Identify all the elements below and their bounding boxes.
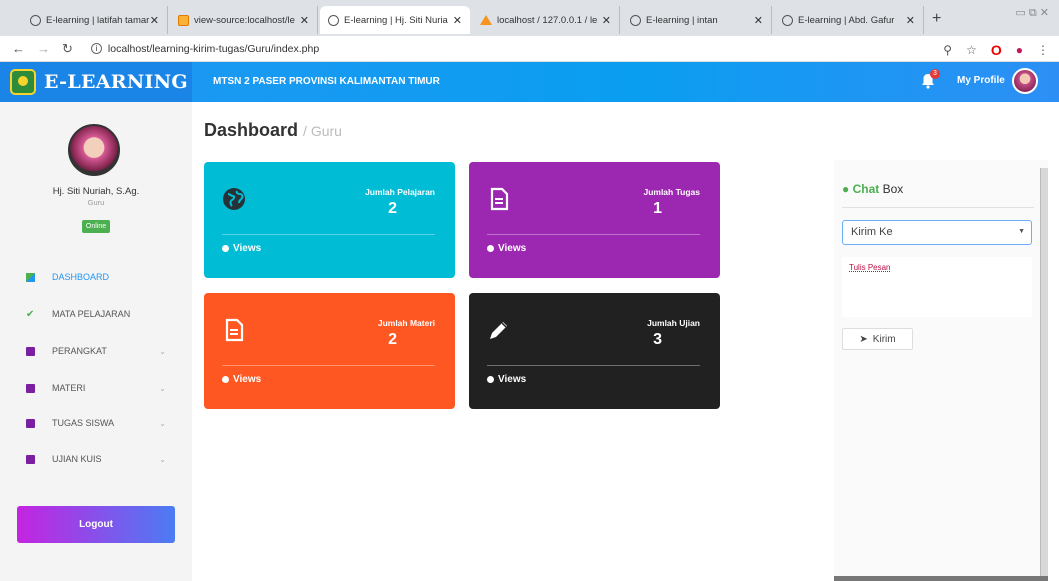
- browser-tab-active[interactable]: E-learning | Hj. Siti Nuria ✕: [320, 6, 470, 34]
- document-icon: [26, 418, 35, 428]
- phpmyadmin-icon: [480, 15, 492, 25]
- send-button[interactable]: ➤ Kirim: [842, 328, 913, 350]
- scrollbar[interactable]: [1040, 168, 1048, 578]
- globe-icon: [782, 14, 793, 26]
- chevron-down-icon: ⌄: [159, 454, 166, 464]
- chevron-down-icon: ⌄: [159, 418, 166, 428]
- card-jumlah-tugas: Jumlah Tugas 1 Views: [469, 162, 720, 278]
- recipient-select[interactable]: Kirim Ke ▼: [842, 220, 1032, 245]
- chevron-down-icon: ⌄: [159, 383, 166, 393]
- user-role: Guru: [87, 198, 105, 207]
- card-jumlah-ujian: Jumlah Ujian 3 Views: [469, 293, 720, 409]
- extension-icon[interactable]: ●: [1016, 43, 1023, 57]
- browser-tab-bar: E-learning | latifah tamar ✕ view-source…: [0, 0, 1059, 36]
- chevron-down-icon: ▼: [1018, 228, 1025, 235]
- card-label: Jumlah Tugas: [643, 187, 700, 197]
- new-tab-button[interactable]: +: [932, 10, 941, 28]
- file-text-icon: [225, 318, 244, 342]
- card-value: 2: [388, 200, 397, 217]
- file-text-icon: [490, 187, 509, 211]
- card-jumlah-pelajaran: Jumlah Pelajaran 2 Views: [204, 162, 455, 278]
- card-label: Jumlah Materi: [377, 318, 435, 328]
- globe-icon: [328, 14, 339, 26]
- views-link[interactable]: Views: [487, 243, 526, 254]
- info-icon[interactable]: i: [90, 43, 102, 54]
- reload-icon[interactable]: ↻: [62, 41, 73, 57]
- zoom-icon[interactable]: ⚲: [943, 43, 952, 57]
- sidebar-item-dashboard[interactable]: DASHBOARD: [26, 270, 166, 284]
- url-field[interactable]: i localhost/learning-kirim-tugas/Guru/in…: [90, 43, 319, 55]
- browser-tab[interactable]: view-source:localhost/le ✕: [170, 6, 318, 34]
- star-icon[interactable]: ☆: [966, 43, 977, 57]
- close-icon[interactable]: ✕: [754, 14, 763, 27]
- globe-icon: [30, 14, 41, 26]
- send-icon: ➤: [859, 333, 868, 345]
- globe-icon: [630, 14, 641, 26]
- sidebar-item-perangkat[interactable]: PERANGKAT ⌄: [26, 344, 166, 358]
- brand-title: E-LEARNING: [44, 71, 188, 93]
- message-input[interactable]: Tulis Pesan: [842, 257, 1032, 317]
- chat-title: ● Chat Box: [842, 182, 904, 196]
- source-icon: [178, 14, 189, 26]
- browser-tab[interactable]: localhost / 127.0.0.1 / le ✕: [472, 6, 620, 34]
- close-icon[interactable]: ✕: [602, 14, 611, 27]
- avatar[interactable]: [1012, 68, 1038, 94]
- card-value: 1: [653, 200, 662, 217]
- chat-box: ● Chat Box Kirim Ke ▼ Tulis Pesan ➤ Kiri…: [834, 160, 1048, 578]
- browser-tab[interactable]: E-learning | intan ✕: [622, 6, 772, 34]
- page-title: Dashboard / Guru: [204, 120, 342, 140]
- my-profile-link[interactable]: My Profile: [957, 75, 1005, 86]
- notification-bell[interactable]: 3: [920, 69, 940, 89]
- dashboard-icon: [26, 272, 35, 282]
- brand[interactable]: E-LEARNING: [0, 62, 192, 102]
- sidebar-item-mata-pelajaran[interactable]: ✔ MATA PELAJARAN: [26, 307, 166, 321]
- check-icon: ✔: [26, 308, 35, 320]
- pencil-icon: [490, 322, 507, 339]
- chevron-down-icon: ⌄: [159, 346, 166, 356]
- address-bar: ← → ↻ i localhost/learning-kirim-tugas/G…: [0, 36, 1059, 62]
- sidebar-item-ujian-kuis[interactable]: UJIAN KUIS ⌄: [26, 452, 166, 466]
- opera-icon[interactable]: O: [991, 42, 1002, 58]
- document-icon: [26, 454, 35, 464]
- user-name: Hj. Siti Nuriah, S.Ag.: [52, 186, 140, 197]
- card-label: Jumlah Pelajaran: [365, 187, 435, 197]
- logout-button[interactable]: Logout: [17, 506, 175, 543]
- browser-tab[interactable]: E-learning | latifah tamar ✕: [22, 6, 168, 34]
- notification-badge: 3: [930, 69, 940, 79]
- back-arrow-icon[interactable]: ←: [12, 41, 25, 56]
- app-header: E-LEARNING MTSN 2 PASER PROVINSI KALIMAN…: [0, 62, 1059, 102]
- views-link[interactable]: Views: [222, 374, 261, 385]
- status-badge: Online: [82, 220, 110, 233]
- card-value: 2: [388, 331, 397, 348]
- sidebar-item-tugas-siswa[interactable]: TUGAS SISWA ⌄: [26, 416, 166, 430]
- menu-dots-icon[interactable]: ⋮: [1037, 43, 1049, 57]
- document-icon: [26, 346, 35, 356]
- views-link[interactable]: Views: [222, 243, 261, 254]
- browser-tab[interactable]: E-learning | Abd. Gafur ✕: [774, 6, 924, 34]
- forward-arrow-icon[interactable]: →: [37, 41, 50, 56]
- close-icon[interactable]: ✕: [150, 14, 159, 27]
- window-controls[interactable]: ▭ ⧉ ✕: [1015, 6, 1049, 20]
- close-icon[interactable]: ✕: [300, 14, 309, 27]
- sidebar: Hj. Siti Nuriah, S.Ag. Guru Online DASHB…: [0, 102, 192, 581]
- sidebar-item-materi[interactable]: MATERI ⌄: [26, 381, 166, 395]
- school-logo-icon: [10, 69, 36, 95]
- chat-icon: ●: [842, 182, 850, 196]
- card-jumlah-materi: Jumlah Materi 2 Views: [204, 293, 455, 409]
- globe-icon: [223, 188, 245, 210]
- page-subtitle: / Guru: [303, 123, 342, 139]
- close-icon[interactable]: ✕: [906, 14, 915, 27]
- views-link[interactable]: Views: [487, 374, 526, 385]
- close-icon[interactable]: ✕: [453, 14, 462, 27]
- document-icon: [26, 383, 35, 393]
- browser-actions: ⚲ ☆ O ● ⋮: [943, 42, 1049, 58]
- card-label: Jumlah Ujian: [647, 318, 700, 328]
- user-avatar: [68, 124, 120, 176]
- school-name: MTSN 2 PASER PROVINSI KALIMANTAN TIMUR: [213, 76, 440, 87]
- card-value: 3: [653, 331, 662, 348]
